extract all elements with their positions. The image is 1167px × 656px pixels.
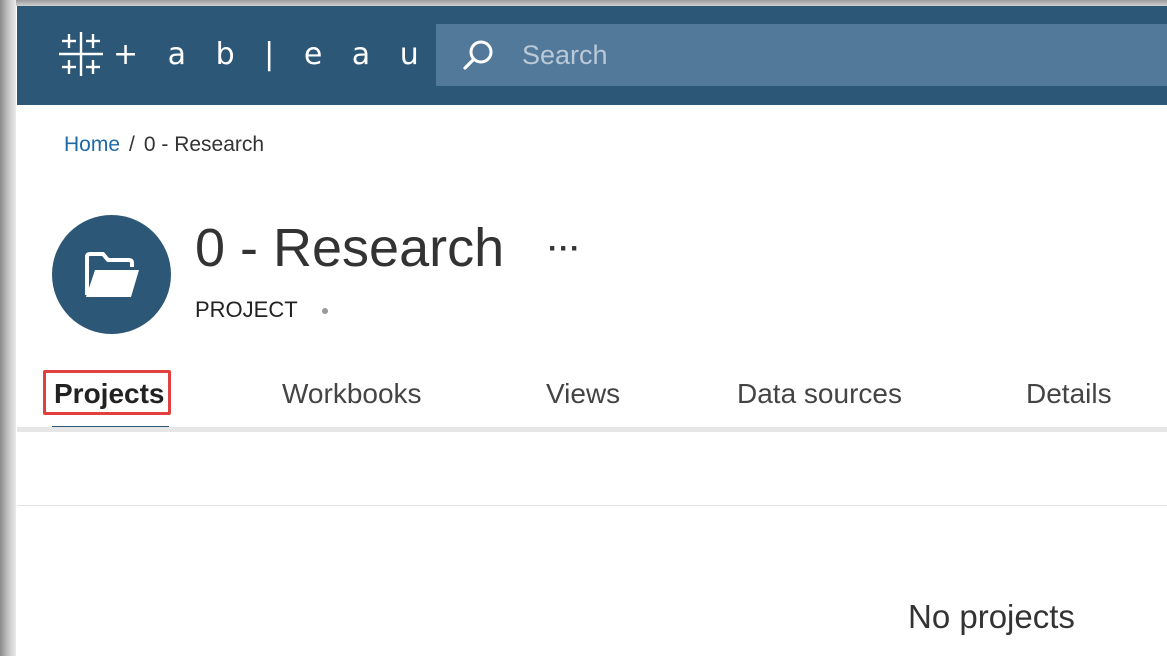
tab-views[interactable]: Views xyxy=(546,378,620,410)
top-navigation-bar: + a b | e a u xyxy=(17,6,1167,105)
empty-state-message: No projects xyxy=(908,598,1075,635)
search-input[interactable] xyxy=(520,38,1124,72)
search-icon[interactable] xyxy=(462,38,496,72)
breadcrumb-current: 0 - Research xyxy=(143,133,265,156)
tab-projects[interactable]: Projects xyxy=(54,378,165,410)
window-left-edge xyxy=(0,0,16,656)
more-actions-button[interactable]: ··· xyxy=(548,232,581,266)
project-avatar xyxy=(52,215,171,334)
tableau-cross-logo-icon xyxy=(59,32,103,76)
separator-dot xyxy=(322,308,328,314)
breadcrumb-home-link[interactable]: Home xyxy=(64,133,120,156)
content-type-label: PROJECT xyxy=(195,297,298,322)
tab-data-sources[interactable]: Data sources xyxy=(737,378,902,410)
breadcrumb: Home / 0 - Research xyxy=(64,133,264,157)
content-tabs: Projects Workbooks Views Data sources De… xyxy=(17,370,1167,432)
folder-icon xyxy=(85,252,139,297)
tableau-logo[interactable]: + a b | e a u xyxy=(55,26,429,82)
page-title: 0 - Research xyxy=(195,218,505,278)
tab-details[interactable]: Details xyxy=(1026,378,1112,410)
toolbar-divider xyxy=(17,505,1167,506)
app-window: + a b | e a u Home / 0 - Research 0 - Rese… xyxy=(0,0,1167,656)
tabs-divider xyxy=(17,427,1167,432)
tableau-wordmark: + a b | e a u xyxy=(113,36,429,72)
breadcrumb-separator: / xyxy=(129,133,135,156)
tab-workbooks[interactable]: Workbooks xyxy=(282,378,422,410)
search-bar[interactable] xyxy=(436,24,1167,86)
